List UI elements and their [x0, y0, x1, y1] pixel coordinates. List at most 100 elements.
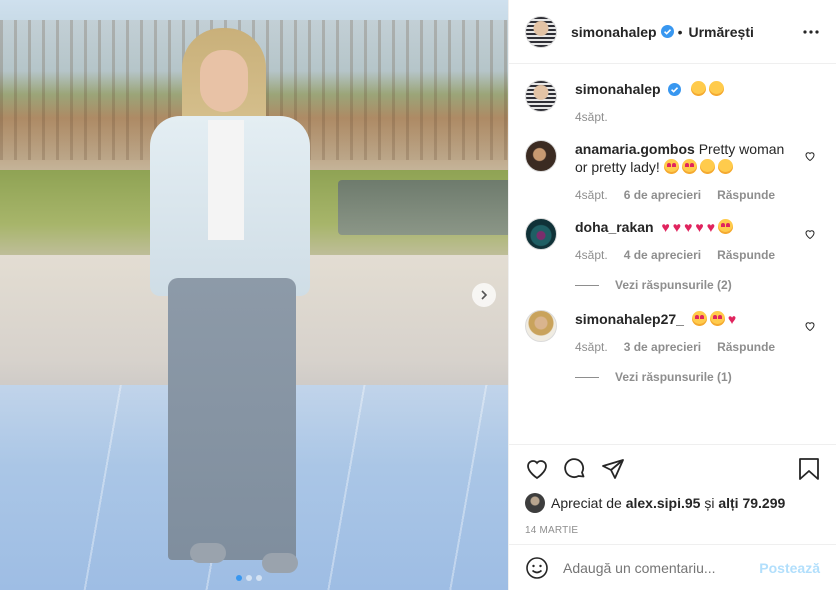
commenter-avatar[interactable] [525, 140, 557, 172]
comment-button[interactable] [563, 457, 587, 481]
share-button[interactable] [601, 457, 625, 481]
send-icon [602, 459, 624, 479]
smiling-face-with-hearts-emoji [681, 159, 697, 174]
like-button[interactable] [525, 457, 549, 481]
caption-time[interactable]: 4săpt. [575, 108, 608, 126]
upside-down-face-emoji [709, 81, 725, 96]
comment-likes[interactable]: 6 de aprecieri [624, 186, 701, 204]
heart-eyes-emoji [709, 311, 725, 326]
action-icons [525, 453, 820, 485]
comments-list: simonahalep 4săpt. anamaria.gombos Prett… [509, 64, 836, 444]
commenter-avatar[interactable] [525, 218, 557, 250]
red-heart-emoji: ♥ [706, 219, 716, 235]
comment-input[interactable] [563, 559, 760, 576]
comment-likes[interactable]: 4 de aprecieri [624, 246, 701, 264]
caption-row: simonahalep 4săpt. [525, 80, 820, 126]
comment-row: doha_rakan ♥ ♥ ♥ ♥ ♥ 4săpt. 4 de aprecieri R… [525, 218, 820, 264]
comment-time[interactable]: 4săpt. [575, 186, 608, 204]
post-photo[interactable] [0, 0, 508, 590]
post-comment-button[interactable]: Postează [759, 560, 820, 576]
comment-bubble-icon [564, 458, 585, 479]
person-figure [150, 28, 310, 590]
heart-eyes-emoji [718, 219, 734, 234]
caption-body: simonahalep 4săpt. [575, 80, 820, 126]
view-replies-button[interactable]: Vezi răspunsurile (1) [575, 370, 820, 384]
heart-icon [527, 460, 547, 480]
reply-button[interactable]: Răspunde [717, 338, 775, 356]
header-separator: • [677, 23, 683, 40]
post-actions: Apreciat de alex.sipi.95 și alți 79.299 … [509, 444, 836, 544]
likes-prefix: Apreciat de [551, 495, 622, 511]
view-replies-button[interactable]: Vezi răspunsurile (2) [575, 278, 820, 292]
face-savoring-emoji [717, 159, 733, 174]
comment-meta: 4săpt. 6 de aprecieri Răspunde [575, 186, 798, 204]
likes-and: și [704, 495, 715, 511]
caption-meta: 4săpt. [575, 108, 798, 126]
replies-divider [575, 376, 599, 378]
red-heart-emoji: ♥ [661, 219, 670, 235]
comment-body: doha_rakan ♥ ♥ ♥ ♥ ♥ 4săpt. 4 de aprecieri R… [575, 218, 820, 264]
liker-avatar [525, 493, 545, 513]
add-comment-bar: Postează [509, 544, 836, 590]
author-username[interactable]: simonahalep [571, 24, 657, 40]
more-options-icon[interactable] [802, 23, 820, 41]
commenter-avatar[interactable] [525, 310, 557, 342]
liker-username[interactable]: alex.sipi.95 [626, 495, 701, 511]
chevron-right-icon [481, 290, 488, 300]
carousel-dot [236, 575, 242, 581]
verified-badge-icon [660, 25, 674, 38]
view-replies-label: Vezi răspunsurile (1) [615, 370, 732, 384]
likes-summary[interactable]: Apreciat de alex.sipi.95 și alți 79.299 [525, 493, 820, 513]
person-pants [168, 278, 296, 560]
verified-badge-icon [668, 83, 682, 96]
person-right-shoe [262, 553, 298, 573]
comment-time[interactable]: 4săpt. [575, 246, 608, 264]
save-button[interactable] [798, 457, 820, 481]
comment-body: simonahalep27_ ♥ 4săpt. 3 de aprecieri R… [575, 310, 820, 356]
comment-row: simonahalep27_ ♥ 4săpt. 3 de aprecieri R… [525, 310, 820, 356]
comment-username[interactable]: doha_rakan [575, 219, 654, 235]
replies-divider [575, 284, 599, 286]
likes-others[interactable]: alți 79.299 [718, 495, 785, 511]
person-face [200, 50, 248, 112]
red-heart-emoji: ♥ [727, 311, 737, 327]
smiling-face-emoji [691, 81, 707, 96]
person-shirt [208, 120, 244, 240]
comment-meta: 4săpt. 4 de aprecieri Răspunde [575, 246, 798, 264]
post-header: simonahalep • Urmărești [509, 0, 836, 64]
comment-likes[interactable]: 3 de aprecieri [624, 338, 701, 356]
comment-like-icon[interactable] [804, 150, 816, 162]
red-heart-emoji: ♥ [695, 219, 704, 235]
background-pond [338, 180, 508, 235]
author-avatar[interactable] [525, 15, 557, 48]
carousel-dot [246, 575, 252, 581]
comment-row: anamaria.gombos Pretty woman or pretty l… [525, 140, 820, 204]
red-heart-emoji: ♥ [684, 219, 693, 235]
comment-body: anamaria.gombos Pretty woman or pretty l… [575, 140, 820, 204]
caption-avatar[interactable] [525, 80, 557, 112]
carousel-next-button[interactable] [472, 283, 496, 307]
face-blowing-kiss-emoji [699, 159, 715, 174]
carousel-dots [236, 575, 262, 581]
reply-button[interactable]: Răspunde [717, 246, 775, 264]
caption-username[interactable]: simonahalep [575, 81, 661, 97]
post-date[interactable]: 14 MARTIE [525, 525, 820, 536]
view-replies-label: Vezi răspunsurile (2) [615, 278, 732, 292]
comment-like-icon[interactable] [804, 320, 816, 332]
following-button[interactable]: Urmărești [689, 24, 754, 40]
person-left-shoe [190, 543, 226, 563]
comment-username[interactable]: simonahalep27_ [575, 311, 684, 327]
carousel-dot [256, 575, 262, 581]
comment-time[interactable]: 4săpt. [575, 338, 608, 356]
comment-username[interactable]: anamaria.gombos [575, 141, 695, 157]
bookmark-icon [799, 458, 819, 480]
reply-button[interactable]: Răspunde [717, 186, 775, 204]
heart-eyes-emoji [691, 311, 707, 326]
comment-meta: 4săpt. 3 de aprecieri Răspunde [575, 338, 798, 356]
instagram-post: simonahalep • Urmărești simonahalep 4săp… [0, 0, 836, 590]
comment-like-icon[interactable] [804, 228, 816, 240]
post-side-panel: simonahalep • Urmărești simonahalep 4săp… [508, 0, 836, 590]
smiling-face-with-hearts-emoji [663, 159, 679, 174]
red-heart-emoji: ♥ [672, 219, 682, 235]
emoji-picker-icon[interactable] [525, 556, 549, 580]
